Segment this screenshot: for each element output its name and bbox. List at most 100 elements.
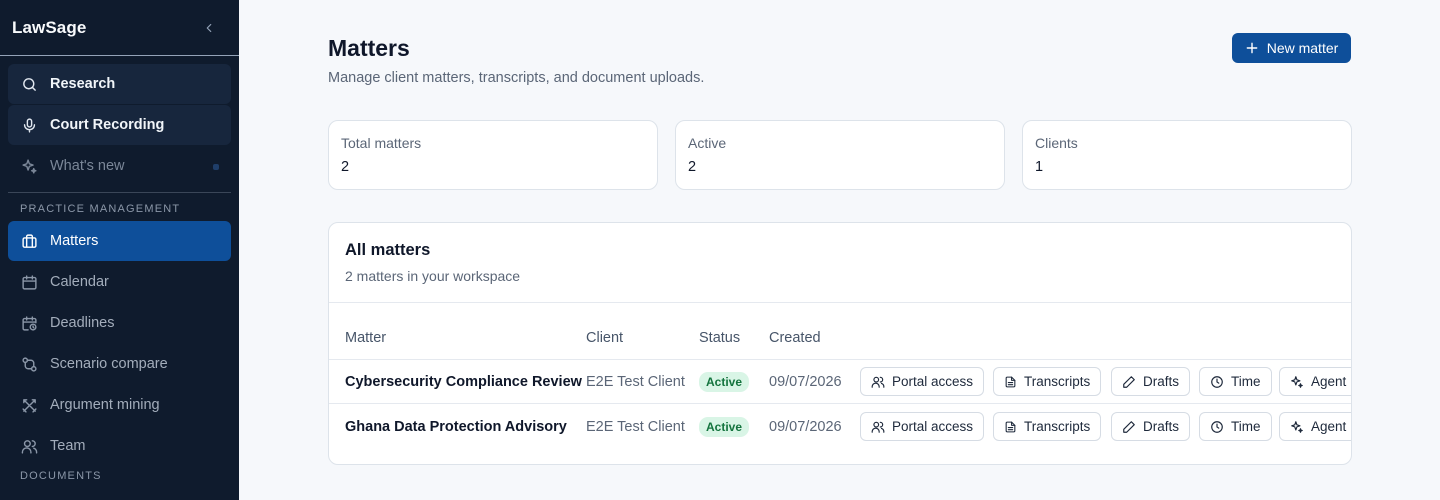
action-label: Transcripts xyxy=(1024,374,1091,389)
status-badge: Active xyxy=(699,416,750,437)
sidebar: LawSage Research Court Recording What's … xyxy=(0,0,239,500)
transcripts-button[interactable]: Transcripts xyxy=(993,412,1102,441)
section-title-practice-management: PRACTICE MANAGEMENT xyxy=(20,203,181,215)
sidebar-item-deadlines[interactable]: Deadlines xyxy=(8,303,231,343)
app-name: LawSage xyxy=(12,17,87,37)
status-cell: Active xyxy=(699,404,750,449)
sidebar-item-team[interactable]: Team xyxy=(8,426,231,466)
microphone-icon xyxy=(20,116,38,134)
status-badge: Active xyxy=(699,371,750,392)
stat-value: 2 xyxy=(688,159,697,175)
sidebar-item-label: Argument mining xyxy=(50,397,160,413)
search-icon xyxy=(20,75,38,93)
sidebar-header: LawSage xyxy=(0,0,239,56)
section-title-documents: DOCUMENTS xyxy=(20,470,102,482)
matter-name[interactable]: Ghana Data Protection Advisory xyxy=(345,404,567,449)
collapse-sidebar-button[interactable] xyxy=(201,20,217,36)
calendar-icon xyxy=(20,273,38,291)
time-button[interactable]: Time xyxy=(1199,412,1272,441)
transcripts-button[interactable]: Transcripts xyxy=(993,367,1102,396)
action-label: Transcripts xyxy=(1024,419,1091,434)
sidebar-item-research[interactable]: Research xyxy=(8,64,231,104)
file-text-icon xyxy=(1004,420,1017,434)
sidebar-item-matters[interactable]: Matters xyxy=(8,221,231,261)
column-header-created: Created xyxy=(769,330,821,346)
matters-table-card: All matters 2 matters in your workspace … xyxy=(328,222,1352,465)
page-title: Matters xyxy=(328,35,410,61)
stat-value: 1 xyxy=(1035,159,1044,175)
sidebar-item-label: Scenario compare xyxy=(50,356,168,372)
column-header-client: Client xyxy=(586,330,624,346)
action-label: Drafts xyxy=(1143,374,1180,389)
stat-card-total-matters: Total matters 2 xyxy=(328,120,658,190)
column-header-matter: Matter xyxy=(345,330,387,346)
file-text-icon xyxy=(1004,375,1017,389)
users-icon xyxy=(20,437,38,455)
stat-card-active: Active 2 xyxy=(675,120,1005,190)
briefcase-icon xyxy=(20,232,38,250)
sidebar-item-whats-new[interactable]: What's new xyxy=(8,146,231,186)
matter-name[interactable]: Cybersecurity Compliance Review xyxy=(345,359,582,404)
sidebar-nav-top: Research Court Recording What's new xyxy=(0,56,239,186)
sidebar-item-label: Deadlines xyxy=(50,315,115,331)
chevron-left-icon xyxy=(206,23,212,32)
drafts-button[interactable]: Drafts xyxy=(1111,367,1191,396)
main-content: Matters Manage client matters, transcrip… xyxy=(239,0,1440,500)
sidebar-item-scenario-compare[interactable]: Scenario compare xyxy=(8,344,231,384)
clock-icon xyxy=(1210,420,1224,434)
created-date: 09/07/2026 xyxy=(769,373,842,390)
swords-icon xyxy=(20,396,38,414)
sparkles-icon xyxy=(20,157,38,175)
sidebar-item-court-recording[interactable]: Court Recording xyxy=(8,105,231,145)
column-header-status: Status xyxy=(699,330,741,346)
clock-icon xyxy=(1210,375,1224,389)
sparkles-icon xyxy=(1290,420,1304,434)
sidebar-item-label: Matters xyxy=(50,233,99,249)
sidebar-item-argument-mining[interactable]: Argument mining xyxy=(8,385,231,425)
action-label: Time xyxy=(1231,374,1261,389)
git-compare-icon xyxy=(20,355,38,373)
sidebar-divider xyxy=(8,192,231,193)
sidebar-item-label: Court Recording xyxy=(50,117,165,133)
stats-row: Total matters 2 Active 2 Clients 1 xyxy=(328,120,1352,190)
action-label: Drafts xyxy=(1143,419,1180,434)
unread-indicator xyxy=(213,164,219,170)
portal-access-button[interactable]: Portal access xyxy=(860,367,985,396)
sparkles-icon xyxy=(1290,375,1304,389)
created-date: 09/07/2026 xyxy=(769,418,842,435)
action-label: Agent xyxy=(1311,374,1347,389)
table-row[interactable]: Cybersecurity Compliance Review E2E Test… xyxy=(329,359,1351,404)
stat-label: Clients xyxy=(1035,135,1078,151)
action-label: Portal access xyxy=(892,374,974,389)
card-header: All matters 2 matters in your workspace xyxy=(329,223,1351,303)
table-row[interactable]: Ghana Data Protection Advisory E2E Test … xyxy=(329,404,1351,449)
users-icon xyxy=(871,420,885,434)
sidebar-item-label: Research xyxy=(50,76,116,92)
portal-access-button[interactable]: Portal access xyxy=(860,412,985,441)
new-matter-label: New matter xyxy=(1266,40,1339,56)
table-header: Matter Client Status Created xyxy=(329,328,1351,360)
action-label: Portal access xyxy=(892,419,974,434)
agent-button[interactable]: Agent xyxy=(1279,367,1351,396)
pencil-icon xyxy=(1122,420,1136,434)
agent-button[interactable]: Agent xyxy=(1279,412,1351,441)
plus-icon xyxy=(1245,41,1259,55)
action-label: Time xyxy=(1231,419,1261,434)
drafts-button[interactable]: Drafts xyxy=(1111,412,1191,441)
action-label: Agent xyxy=(1311,419,1347,434)
stat-value: 2 xyxy=(341,159,350,175)
stat-label: Active xyxy=(688,135,727,151)
card-title: All matters xyxy=(345,241,431,259)
calendar-clock-icon xyxy=(20,314,38,332)
sidebar-item-calendar[interactable]: Calendar xyxy=(8,262,231,302)
status-cell: Active xyxy=(699,359,750,404)
new-matter-button[interactable]: New matter xyxy=(1232,33,1351,63)
card-subtitle: 2 matters in your workspace xyxy=(345,268,521,284)
pencil-icon xyxy=(1122,375,1136,389)
sidebar-nav-practice: Matters Calendar Deadlines Scenario comp… xyxy=(0,221,239,466)
sidebar-item-label: What's new xyxy=(50,158,125,174)
time-button[interactable]: Time xyxy=(1199,367,1272,396)
stat-label: Total matters xyxy=(341,135,422,151)
users-icon xyxy=(871,375,885,389)
client-name: E2E Test Client xyxy=(586,373,685,390)
